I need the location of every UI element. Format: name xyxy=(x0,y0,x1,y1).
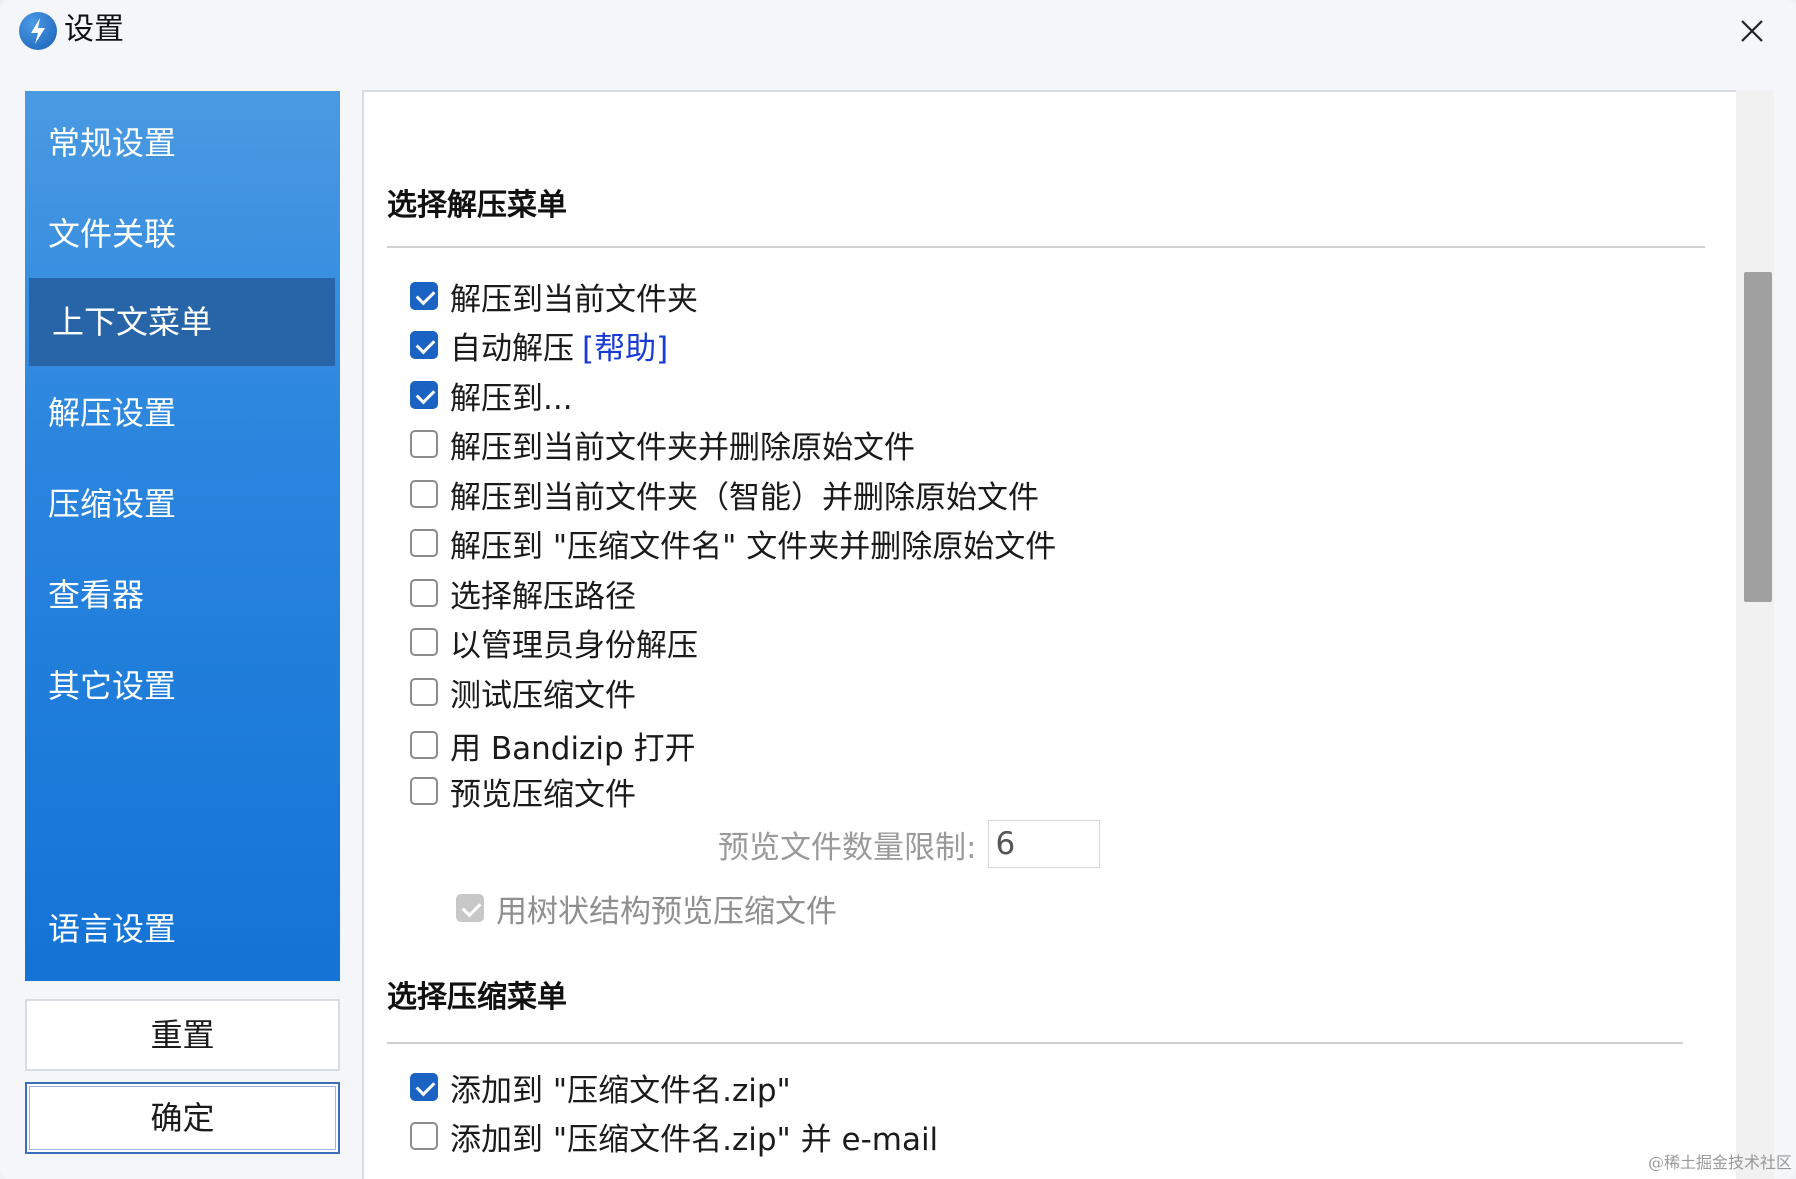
checkbox[interactable] xyxy=(410,381,438,409)
sidebar-item-other[interactable]: 其它设置 xyxy=(25,642,340,730)
compress-menu-title: 选择压缩菜单 xyxy=(387,980,567,1015)
checkbox[interactable] xyxy=(410,777,438,805)
ok-button[interactable]: 确定 xyxy=(25,1082,340,1154)
option-extract-to[interactable]: 解压到... xyxy=(410,375,573,417)
preview-limit-input[interactable]: 6 xyxy=(988,820,1101,868)
checkbox[interactable] xyxy=(410,529,438,557)
checkbox[interactable] xyxy=(410,331,438,359)
settings-window: 设置 常规设置 文件关联 上下文菜单 解压设置 压缩设置 查看器 其它设置 语言… xyxy=(0,0,1796,1179)
sidebar-item-language[interactable]: 语言设置 xyxy=(25,885,340,973)
option-open-with-bandizip[interactable]: 用 Bandizip 打开 xyxy=(410,725,695,767)
option-choose-path[interactable]: 选择解压路径 xyxy=(410,573,636,615)
title-bar: 设置 xyxy=(0,0,1796,62)
sidebar: 常规设置 文件关联 上下文菜单 解压设置 压缩设置 查看器 其它设置 语言设置 xyxy=(25,91,340,981)
option-extract-admin[interactable]: 以管理员身份解压 xyxy=(410,622,698,664)
checkbox[interactable] xyxy=(410,282,438,310)
sidebar-item-compress[interactable]: 压缩设置 xyxy=(25,460,340,548)
option-extract-here-delete[interactable]: 解压到当前文件夹并删除原始文件 xyxy=(410,424,915,466)
watermark: @稀土掘金技术社区 xyxy=(1647,1153,1792,1172)
preview-limit-row: 预览文件数量限制: 6 xyxy=(718,820,1101,868)
option-preview-archive[interactable]: 预览压缩文件 xyxy=(410,771,636,813)
sidebar-item-viewer[interactable]: 查看器 xyxy=(25,551,340,639)
checkbox[interactable] xyxy=(410,731,438,759)
checkbox[interactable] xyxy=(410,430,438,458)
option-add-to-zip[interactable]: 添加到 "压缩文件名.zip" xyxy=(410,1067,791,1109)
close-icon xyxy=(1741,20,1763,42)
option-extract-smart-delete[interactable]: 解压到当前文件夹（智能）并删除原始文件 xyxy=(410,474,1039,516)
sidebar-item-file-association[interactable]: 文件关联 xyxy=(25,190,340,278)
window-title: 设置 xyxy=(64,12,124,47)
preview-limit-label: 预览文件数量限制: xyxy=(718,829,977,866)
checkbox[interactable] xyxy=(410,628,438,656)
option-auto-extract[interactable]: 自动解压 [帮助] xyxy=(410,323,668,368)
option-tree-preview: 用树状结构预览压缩文件 xyxy=(456,888,837,930)
bandizip-logo-icon xyxy=(19,12,57,50)
help-link[interactable]: [帮助] xyxy=(582,323,668,368)
sidebar-item-context-menu[interactable]: 上下文菜单 xyxy=(29,278,335,366)
context-menu-panel: 选择解压菜单 解压到当前文件夹 自动解压 [帮助] 解压到... 解压到当前文件… xyxy=(362,90,1738,1179)
checkbox xyxy=(456,894,484,922)
section-divider xyxy=(387,246,1705,248)
checkbox[interactable] xyxy=(410,1073,438,1101)
vertical-scrollbar[interactable] xyxy=(1736,90,1774,1179)
option-extract-here[interactable]: 解压到当前文件夹 xyxy=(410,276,698,318)
sidebar-item-extract[interactable]: 解压设置 xyxy=(25,369,340,457)
option-test-archive[interactable]: 测试压缩文件 xyxy=(410,672,636,714)
section-divider xyxy=(387,1042,1683,1044)
option-extract-folder-delete[interactable]: 解压到 "压缩文件名" 文件夹并删除原始文件 xyxy=(410,523,1056,565)
extract-menu-title: 选择解压菜单 xyxy=(387,188,567,223)
checkbox[interactable] xyxy=(410,480,438,508)
reset-button[interactable]: 重置 xyxy=(25,999,340,1071)
close-button[interactable] xyxy=(1728,10,1776,52)
checkbox[interactable] xyxy=(410,678,438,706)
sidebar-item-general[interactable]: 常规设置 xyxy=(25,99,340,187)
option-add-to-zip-email[interactable]: 添加到 "压缩文件名.zip" 并 e-mail xyxy=(410,1116,938,1158)
scrollbar-thumb[interactable] xyxy=(1744,272,1772,602)
checkbox[interactable] xyxy=(410,1122,438,1150)
checkbox[interactable] xyxy=(410,579,438,607)
